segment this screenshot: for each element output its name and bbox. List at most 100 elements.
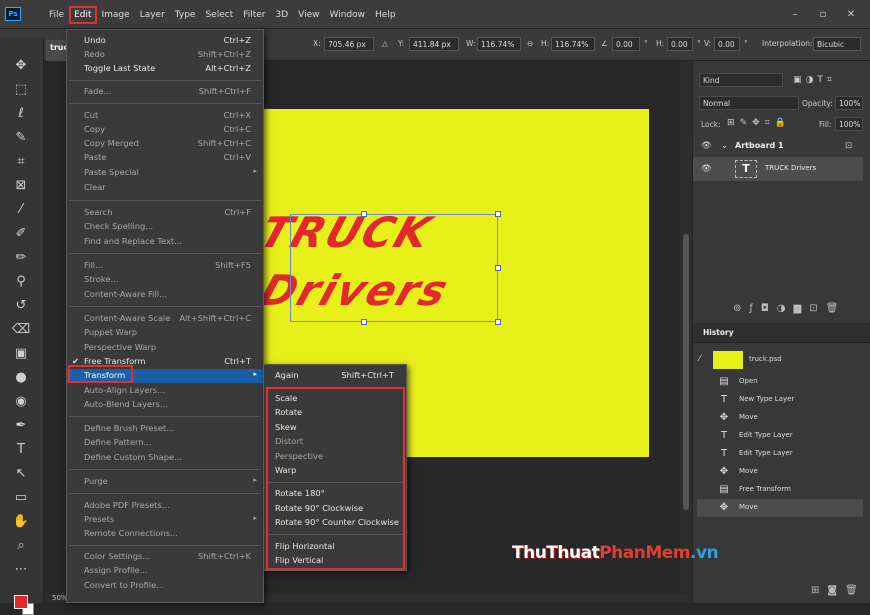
submenu-item-again[interactable]: Again Shift+Ctrl+T	[264, 369, 406, 383]
visibility-eye-icon[interactable]: 👁	[701, 141, 712, 151]
transform-handle[interactable]	[495, 265, 501, 271]
menu-item-redo[interactable]: Redo Shift+Ctrl+Z	[67, 48, 263, 62]
transform-handle[interactable]	[495, 211, 501, 217]
menu-item-find-replace[interactable]: Find and Replace Text...	[67, 235, 263, 249]
menu-item-convert-profile[interactable]: Convert to Profile...	[67, 579, 263, 593]
eyedropper-tool-icon[interactable]: ⁄	[11, 200, 31, 220]
menu-item-pdf-presets[interactable]: Adobe PDF Presets...	[67, 499, 263, 513]
path-select-tool-icon[interactable]: ↖	[11, 464, 31, 484]
history-item[interactable]: ▤ Free Transform	[697, 481, 863, 499]
menu-item-paste[interactable]: Paste Ctrl+V	[67, 151, 263, 165]
interpolation-select[interactable]: Bicubic	[813, 37, 861, 51]
transform-handle[interactable]	[495, 319, 501, 325]
menu-layer[interactable]: Layer	[135, 10, 170, 20]
layer-name[interactable]: TRUCK Drivers	[765, 164, 816, 172]
blend-mode-select[interactable]: Normal	[699, 96, 799, 110]
quick-select-tool-icon[interactable]: ✎	[11, 128, 31, 148]
menu-window[interactable]: Window	[325, 10, 371, 20]
dodge-tool-icon[interactable]: ◉	[11, 392, 31, 412]
menu-filter[interactable]: Filter	[238, 10, 270, 20]
maximize-icon[interactable]: ▫	[810, 6, 836, 23]
history-brush-icon[interactable]: ↺	[11, 296, 31, 316]
menu-help[interactable]: Help	[370, 10, 401, 20]
move-tool-icon[interactable]: ✥	[11, 56, 31, 76]
menu-view[interactable]: View	[293, 10, 324, 20]
layer-panel-actions[interactable]: ⊚ƒ◘◑▆⊡🗑	[733, 303, 863, 314]
frame-tool-icon[interactable]: ⊠	[11, 176, 31, 196]
menu-item-assign-profile[interactable]: Assign Profile...	[67, 564, 263, 578]
w-field[interactable]: 116.74%	[477, 37, 521, 51]
marquee-tool-icon[interactable]: ⬚	[11, 80, 31, 100]
history-brush-icon[interactable]: ⁄	[699, 354, 701, 364]
h-field[interactable]: 116.74%	[551, 37, 595, 51]
menu-item-toggle-last-state[interactable]: Toggle Last State Alt+Ctrl+Z	[67, 62, 263, 76]
hand-tool-icon[interactable]: ✋	[11, 512, 31, 532]
menu-item-define-brush[interactable]: Define Brush Preset...	[67, 422, 263, 436]
visibility-eye-icon[interactable]: 👁	[701, 164, 712, 174]
menu-item-clear[interactable]: Clear	[67, 181, 263, 195]
y-field[interactable]: 411.84 px	[409, 37, 459, 51]
minimize-icon[interactable]: –	[782, 6, 808, 23]
fill-field[interactable]: 100%	[835, 117, 863, 131]
menu-item-puppet-warp[interactable]: Puppet Warp	[67, 326, 263, 340]
gradient-tool-icon[interactable]: ▣	[11, 344, 31, 364]
history-item[interactable]: T New Type Layer	[697, 391, 863, 409]
menu-item-undo[interactable]: Undo Ctrl+Z	[67, 34, 263, 48]
menu-3d[interactable]: 3D	[271, 10, 294, 20]
type-tool-icon[interactable]: T	[11, 440, 31, 460]
chevron-down-icon[interactable]: ⌄	[721, 141, 728, 151]
menu-select[interactable]: Select	[200, 10, 238, 20]
menu-item-define-shape[interactable]: Define Custom Shape...	[67, 451, 263, 465]
history-item-active[interactable]: ✥ Move	[697, 499, 863, 517]
history-item[interactable]: ✥ Move	[697, 463, 863, 481]
menu-item-stroke[interactable]: Stroke...	[67, 273, 263, 287]
crop-tool-icon[interactable]: ⌗	[11, 152, 31, 172]
stamp-tool-icon[interactable]: ⚲	[11, 272, 31, 292]
history-item[interactable]: T Edit Type Layer	[697, 445, 863, 463]
layer-filter-input[interactable]: Kind	[699, 73, 783, 87]
menu-file[interactable]: File	[44, 10, 69, 20]
menu-item-remote-connections[interactable]: Remote Connections...	[67, 527, 263, 541]
menu-item-check-spelling[interactable]: Check Spelling...	[67, 220, 263, 234]
eraser-tool-icon[interactable]: ⌫	[11, 320, 31, 340]
menu-item-paste-special[interactable]: Paste Special ▸	[67, 166, 263, 180]
link-icon[interactable]: ⊖	[527, 39, 533, 48]
menu-item-copy[interactable]: Copy Ctrl+C	[67, 123, 263, 137]
history-item[interactable]: T Edit Type Layer	[697, 427, 863, 445]
menu-item-copy-merged[interactable]: Copy Merged Shift+Ctrl+C	[67, 137, 263, 151]
menu-item-fade[interactable]: Fade... Shift+Ctrl+F	[67, 85, 263, 99]
history-title[interactable]: History	[703, 328, 734, 337]
document-tab[interactable]: truc	[46, 40, 68, 61]
close-icon[interactable]: ✕	[838, 6, 864, 23]
menu-item-auto-align-layers[interactable]: Auto-Align Layers...	[67, 384, 263, 398]
shape-tool-icon[interactable]: ▭	[11, 488, 31, 508]
menu-item-content-aware-scale[interactable]: Content-Aware Scale Alt+Shift+Ctrl+C	[67, 312, 263, 326]
text-layer-row[interactable]: 👁 T TRUCK Drivers	[693, 157, 863, 181]
opacity-field[interactable]: 100%	[835, 96, 863, 110]
more-tools-icon[interactable]: ⋯	[11, 560, 31, 580]
transform-handle[interactable]	[361, 211, 367, 217]
history-panel-actions[interactable]: ⊞◙🗑	[811, 585, 867, 596]
menu-image[interactable]: Image	[97, 10, 135, 20]
x-field[interactable]: 705.46 px	[324, 37, 374, 51]
pen-tool-icon[interactable]: ✒	[11, 416, 31, 436]
scroll-thumb[interactable]	[683, 234, 689, 510]
menu-edit[interactable]: Edit	[69, 5, 97, 24]
menu-item-color-settings[interactable]: Color Settings... Shift+Ctrl+K	[67, 550, 263, 564]
hskew-field[interactable]: 0.00	[667, 37, 693, 51]
menu-item-perspective-warp[interactable]: Perspective Warp	[67, 341, 263, 355]
lock-icons[interactable]: ⊞✎✥⌗🔒	[727, 118, 807, 128]
menu-item-auto-blend-layers[interactable]: Auto-Blend Layers...	[67, 398, 263, 412]
transform-bounding-box[interactable]	[290, 214, 498, 322]
menu-type[interactable]: Type	[170, 10, 201, 20]
menu-item-presets[interactable]: Presets ▸	[67, 513, 263, 527]
menu-item-purge[interactable]: Purge ▸	[67, 475, 263, 489]
angle-field[interactable]: 0.00	[612, 37, 640, 51]
history-item[interactable]: ✥ Move	[697, 409, 863, 427]
menu-item-content-aware-fill[interactable]: Content-Aware Fill...	[67, 288, 263, 302]
artboard-layer-row[interactable]: 👁 ⌄ Artboard 1 ⊡	[693, 135, 863, 157]
layer-filter-icons[interactable]: ▣◑T⌗	[793, 75, 863, 85]
menu-item-cut[interactable]: Cut Ctrl+X	[67, 109, 263, 123]
history-snapshot-row[interactable]: ⁄ truck.psd	[697, 351, 863, 369]
menu-item-search[interactable]: Search Ctrl+F	[67, 206, 263, 220]
